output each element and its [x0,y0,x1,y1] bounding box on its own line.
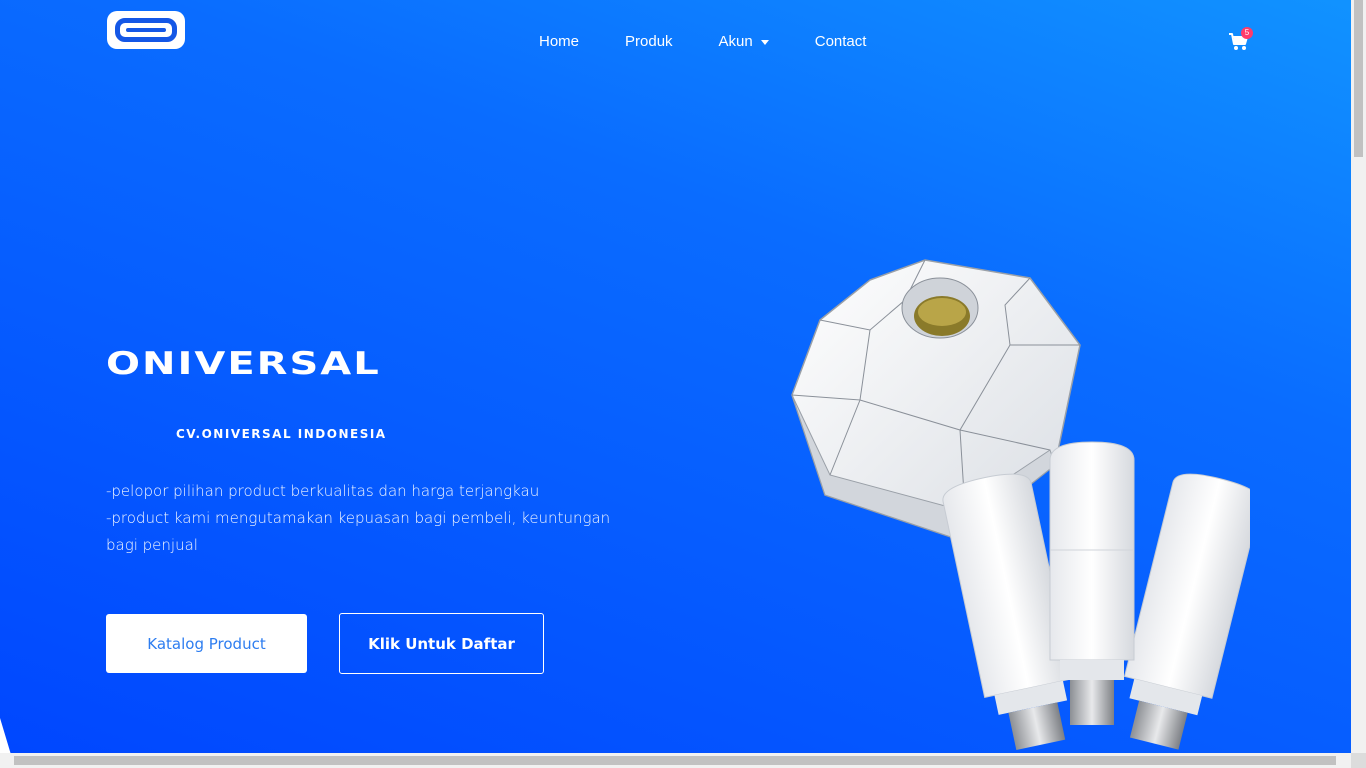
scrollbar-corner [1351,753,1366,768]
led-bulb-product-image [791,259,1250,750]
decorative-corner-shape [0,718,11,753]
hero-description-line: -pelopor pilihan product berkualitas dan… [106,482,540,500]
nav-produk[interactable]: Produk [625,31,673,53]
vertical-scrollbar[interactable] [1351,0,1366,753]
oniversal-logo-icon [115,18,177,42]
hero-description-line: -product kami mengutamakan kepuasan bagi… [106,509,611,554]
nav-akun-label: Akun [718,33,753,50]
hero-brand-title: ONIVERSAL [106,346,381,382]
hero-subtitle: CV.ONIVERSAL INDONESIA [176,427,387,441]
nav-akun[interactable]: Akun [719,31,769,53]
nav-contact[interactable]: Contact [815,31,867,53]
chevron-down-icon [760,39,769,45]
katalog-product-button[interactable]: Katalog Product [106,614,307,673]
horizontal-scrollbar[interactable] [0,753,1351,768]
logo[interactable] [107,11,185,49]
daftar-button[interactable]: Klik Untuk Daftar [339,613,544,674]
hero-description: -pelopor pilihan product berkualitas dan… [106,478,626,559]
main-nav: Home Produk Akun Contact [539,31,912,53]
vertical-scrollbar-thumb[interactable] [1354,0,1363,157]
cart-count-badge: 5 [1241,27,1253,39]
nav-home[interactable]: Home [539,31,579,53]
horizontal-scrollbar-thumb[interactable] [14,756,1336,765]
page: Home Produk Akun Contact 5 ONIVERSAL CV.… [0,0,1351,753]
